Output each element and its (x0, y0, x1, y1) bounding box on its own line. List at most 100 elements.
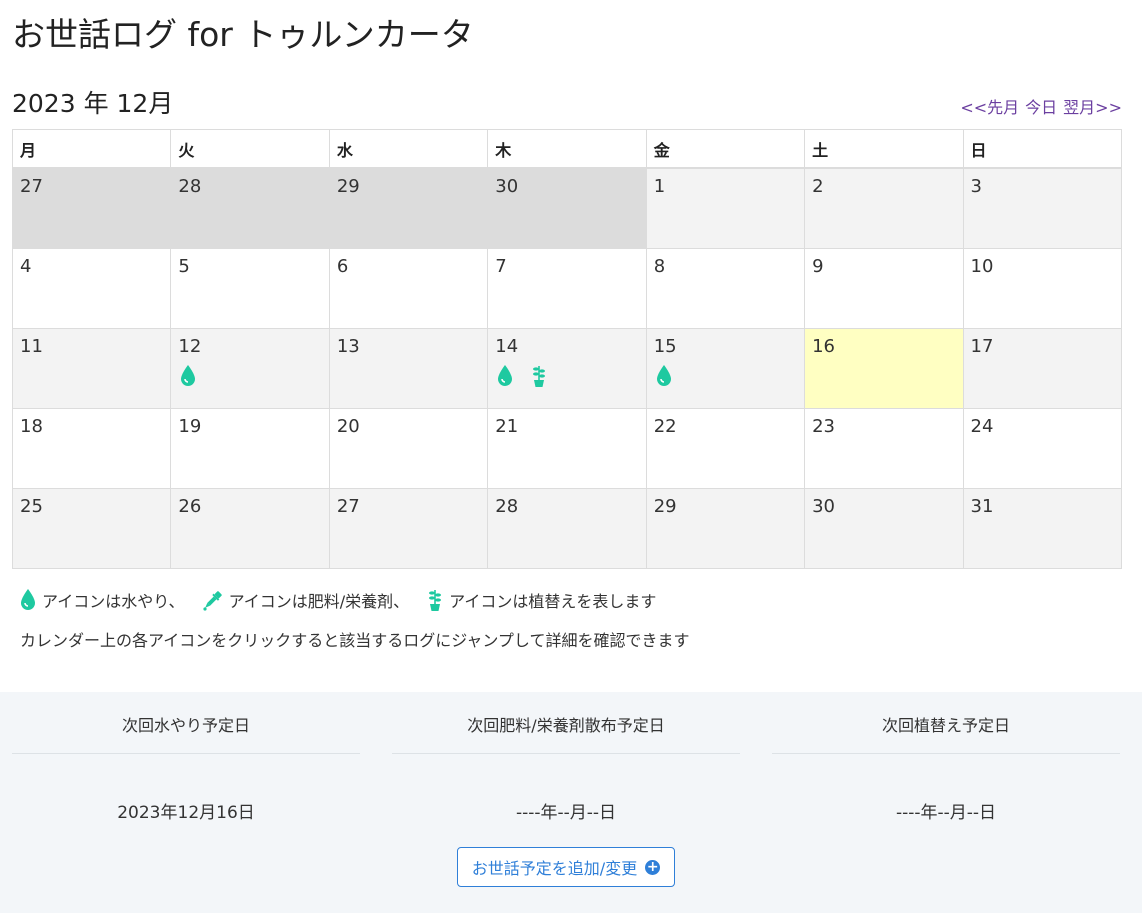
day-log-icons (812, 203, 962, 229)
calendar-day-content: 24 (964, 409, 1121, 480)
calendar-day-content: 13 (330, 329, 487, 400)
calendar-day-content: 23 (805, 409, 962, 480)
day-number: 28 (178, 176, 202, 197)
calendar-week-row: 27 28 29 30 1 2 3 (11, 167, 1123, 249)
day-log-icons (654, 283, 804, 309)
calendar-day-cell: 27 (328, 488, 489, 569)
fertilizer-dropper-icon (201, 587, 225, 613)
calendar-day-content: 10 (964, 249, 1121, 320)
repot-plant-icon[interactable] (529, 363, 551, 389)
prev-month-link[interactable]: <<先月 (960, 98, 1019, 117)
calendar-day-content: 4 (13, 249, 170, 320)
day-log-icons (971, 443, 1121, 469)
next-water-label: 次回水やり予定日 (121, 716, 250, 735)
calendar-day-cell: 28 (487, 488, 647, 569)
calendar-day-content: 31 (964, 489, 1121, 560)
day-log-icons (20, 363, 170, 389)
weekday-header: 木 (487, 129, 647, 169)
water-drop-icon[interactable] (495, 363, 517, 389)
day-number: 20 (336, 416, 360, 437)
calendar-day-cell: 6 (328, 248, 489, 329)
day-number: 21 (495, 416, 519, 437)
calendar-day-content: 30 (805, 489, 962, 560)
page-title: お世話ログ for トゥルンカータ (12, 15, 474, 54)
day-log-icons (971, 363, 1121, 389)
calendar-day-content: 8 (647, 249, 804, 320)
calendar-day-cell: 26 (170, 488, 330, 569)
legend-note: カレンダー上の各アイコンをクリックすると該当するログにジャンプして詳細を確認でき… (20, 631, 690, 650)
next-repot-date: ----年--月--日 (895, 803, 997, 823)
day-log-icons (971, 283, 1121, 309)
next-water-date: 2023年12月16日 (117, 803, 255, 823)
day-log-icons (812, 443, 962, 469)
icon-legend: アイコンは水やり、 アイコンは肥料/栄養剤、 アイコンは植替えを表します (18, 587, 672, 613)
edit-schedule-button-label: お世話予定を追加/変更 (471, 859, 638, 878)
day-number: 8 (653, 256, 666, 277)
day-log-icons (495, 203, 645, 229)
next-fertilizer-label: 次回肥料/栄養剤散布予定日 (467, 716, 665, 735)
day-number: 1 (653, 176, 666, 197)
calendar-day-cell: 28 (170, 167, 330, 249)
divider (392, 753, 740, 754)
divider (12, 753, 360, 754)
calendar-day-content: 7 (488, 249, 645, 320)
calendar-day-content: 30 (488, 169, 645, 240)
calendar-day-cell: 2 (804, 167, 964, 249)
day-number: 18 (20, 416, 43, 437)
calendar-day-content: 26 (171, 489, 328, 560)
calendar-day-cell: 23 (804, 408, 964, 489)
calendar-day-content: 25 (13, 489, 170, 560)
day-number: 30 (495, 176, 519, 197)
day-log-icons (20, 283, 170, 309)
calendar-day-cell: 18 (11, 408, 172, 489)
day-log-icons (178, 443, 328, 469)
day-number: 6 (336, 256, 349, 277)
day-log-icons (337, 283, 487, 309)
day-log-icons (812, 283, 962, 309)
day-log-icons (178, 363, 328, 389)
calendar-day-cell: 29 (328, 167, 489, 249)
day-number: 4 (20, 256, 32, 277)
divider (772, 753, 1120, 754)
day-number: 30 (812, 496, 836, 517)
next-month-link[interactable]: 翌月>> (1063, 98, 1122, 117)
day-log-icons (20, 203, 170, 229)
day-log-icons (337, 363, 487, 389)
calendar-day-cell: 11 (11, 328, 172, 409)
calendar-day-cell: 29 (645, 488, 806, 569)
day-log-icons (495, 283, 645, 309)
calendar-day-content: 1 (647, 169, 804, 240)
calendar-day-cell: 19 (170, 408, 330, 489)
day-number: 23 (812, 416, 836, 437)
calendar-day-content: 18 (13, 409, 170, 480)
calendar-table: 月 火 水 木 金 土 日 27 28 29 30 1 2 3 4 5 6 7 8 9 10 11 12 13 1… (11, 129, 1123, 569)
day-log-icons (495, 443, 645, 469)
calendar-day-cell: 9 (804, 248, 964, 329)
day-log-icons (337, 203, 487, 229)
day-number: 29 (653, 496, 677, 517)
day-number: 27 (20, 176, 43, 197)
day-number: 15 (653, 336, 677, 357)
calendar-day-cell: 22 (645, 408, 806, 489)
calendar-day-content: 29 (647, 489, 804, 560)
day-number: 11 (20, 336, 43, 357)
calendar-week-row: 25 26 27 28 29 30 31 (11, 488, 1123, 569)
edit-schedule-button[interactable]: お世話予定を追加/変更 + (457, 847, 675, 887)
today-link[interactable]: 今日 (1025, 98, 1057, 117)
calendar-day-cell: 5 (170, 248, 330, 329)
calendar-day-cell: 12 (170, 328, 330, 409)
calendar-day-cell: 16 (804, 328, 964, 409)
day-log-icons (654, 363, 804, 389)
calendar-day-content: 12 (171, 329, 328, 400)
calendar-day-cell: 31 (962, 488, 1123, 569)
water-drop-icon[interactable] (654, 363, 676, 389)
water-drop-icon[interactable] (178, 363, 200, 389)
calendar-day-cell: 30 (487, 167, 647, 249)
day-number: 9 (812, 256, 824, 277)
calendar-day-cell: 20 (328, 408, 489, 489)
calendar-month-label: 2023 年 12月 (12, 89, 174, 118)
calendar-day-cell: 10 (962, 248, 1123, 329)
day-log-icons (971, 203, 1121, 229)
day-number: 2 (812, 176, 824, 197)
calendar-day-content: 27 (330, 489, 487, 560)
